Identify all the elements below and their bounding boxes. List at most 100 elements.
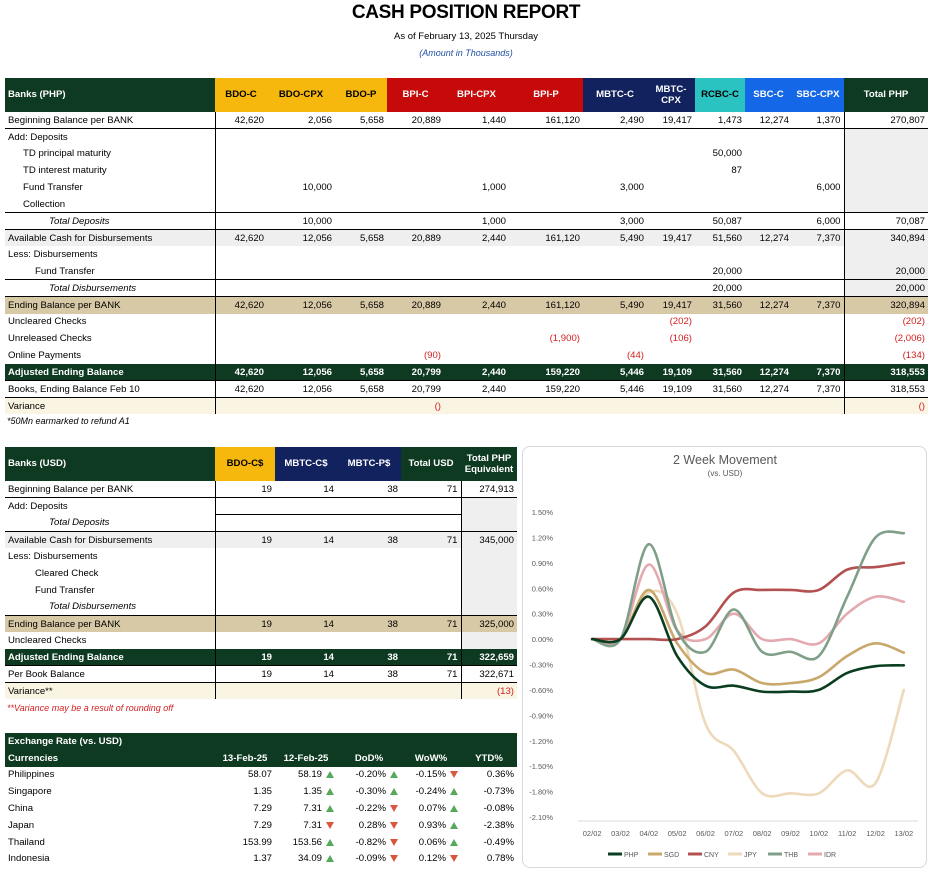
php-cell [583,162,647,179]
php-cell [267,196,335,213]
php-cell: 5,658 [335,296,387,314]
php-cell [387,314,444,331]
report-title: CASH POSITION REPORT [351,2,581,23]
php-col-header: MBTC-CPX [647,78,695,112]
php-cell [509,179,583,196]
fx-cell: 0.12% [401,851,461,868]
down-triangle-icon [450,771,458,779]
fx-cell: -0.24% [401,783,461,800]
php-cell [444,196,509,213]
php-cell [214,145,267,163]
usd-row: Total Disbursements [5,598,517,616]
php-cell: 5,658 [335,112,387,130]
php-row: Fund Transfer 20,000 20,000 [5,263,928,280]
usd-cell [214,581,275,599]
fx-value: -0.73% [483,786,515,798]
php-cell [583,397,647,415]
php-row-label: Variance [5,397,215,415]
php-cell: 5,446 [583,363,647,381]
usd-row: Total Deposits [5,514,517,532]
php-cell [745,179,792,196]
php-row: Online Payments (90) (44) (134) [5,347,928,364]
usd-cell [275,632,337,649]
usd-cell [275,497,337,516]
usd-cell [460,514,517,532]
usd-cell: 19 [214,614,275,633]
php-cell [509,196,583,213]
x-tick-label: 13/02 [894,829,913,838]
php-cell [444,330,509,347]
php-cell [647,279,695,297]
php-col-header: BPI-C [387,78,444,112]
usd-cell [337,565,401,582]
php-cell [267,347,335,364]
fx-rate-13feb: 1.37 [253,853,272,865]
usd-cell: 38 [337,665,401,683]
fx-currency: China [8,803,34,815]
php-row: Total Deposits 10,000 1,000 3,000 50,087 6,00… [5,212,928,230]
php-row-label: Uncleared Checks [8,316,87,328]
php-cell [583,146,647,163]
php-cell [745,330,792,347]
usd-row-label: Variance** [5,682,215,700]
fx-value: 58.19 [297,769,322,781]
php-cell: 2,440 [444,229,509,247]
y-tick-label: 0.30% [532,610,554,619]
x-tick-label: 02/02 [583,829,602,838]
php-row-label: Add: Deposits [8,131,68,143]
php-cell: (44) [626,350,644,362]
php-cell: 161,120 [509,296,583,314]
php-col-header: MBTC-C [583,78,647,112]
php-cell [444,162,509,179]
usd-row-label: Less: Disbursements [8,551,98,563]
fx-value: 7.31 [303,819,322,831]
php-cell: (202) [843,313,928,331]
php-cell: 161,120 [509,112,583,130]
php-cell: 5,658 [335,229,387,247]
y-tick-label: 1.50% [532,508,554,517]
php-cell [583,314,647,331]
php-cell: 2,440 [444,363,509,381]
fx-value: 0.36% [486,769,515,781]
usd-col-header: Total USD [401,447,461,481]
php-cell [647,162,695,179]
php-cell [214,128,267,146]
php-cell [214,263,267,280]
x-tick-label: 08/02 [753,829,772,838]
php-cell [387,146,444,163]
fx-rate-13feb: 7.29 [253,819,272,831]
php-cell [509,397,583,415]
php-cell [267,397,335,415]
fx-cell: 0.28% [337,817,401,834]
php-cell [444,146,509,163]
php-cell [444,263,509,280]
php-cell [843,179,928,196]
fx-col-header: WoW% [401,749,461,767]
php-cell: 19,417 [647,112,695,130]
y-tick-label: -1.20% [529,737,553,746]
down-triangle-icon [390,805,398,813]
usd-cell [214,598,275,616]
fx-col-header: YTD% [461,749,518,767]
fx-value: -0.09% [355,853,386,865]
php-cell: 19,109 [647,363,695,381]
down-triangle-icon [390,855,398,863]
fx-rate-13feb: 58.07 [247,769,272,781]
php-row-label: Unreleased Checks [8,333,92,345]
php-cell [647,263,695,280]
php-cell [387,179,444,196]
php-cell [583,246,647,263]
php-col-header: BDO-C [215,78,267,112]
php-row: TD principal maturity 50,000 [5,145,928,163]
php-cell [335,263,387,280]
usd-cell [401,565,461,582]
fx-row: Philippines 58.07 58.19 -0.20% -0.15% 0.36% [5,767,517,784]
usd-cell [214,548,275,565]
fx-rate-13feb: 7.29 [253,803,272,815]
y-tick-label: -2.10% [529,813,553,822]
php-cell: (106) [669,333,692,345]
php-cell [267,246,335,263]
fx-value: -0.22% [355,803,386,815]
php-cell: 31,560 [695,296,745,314]
php-row: Fund Transfer 10,000 1,000 3,000 6,000 [5,179,928,196]
